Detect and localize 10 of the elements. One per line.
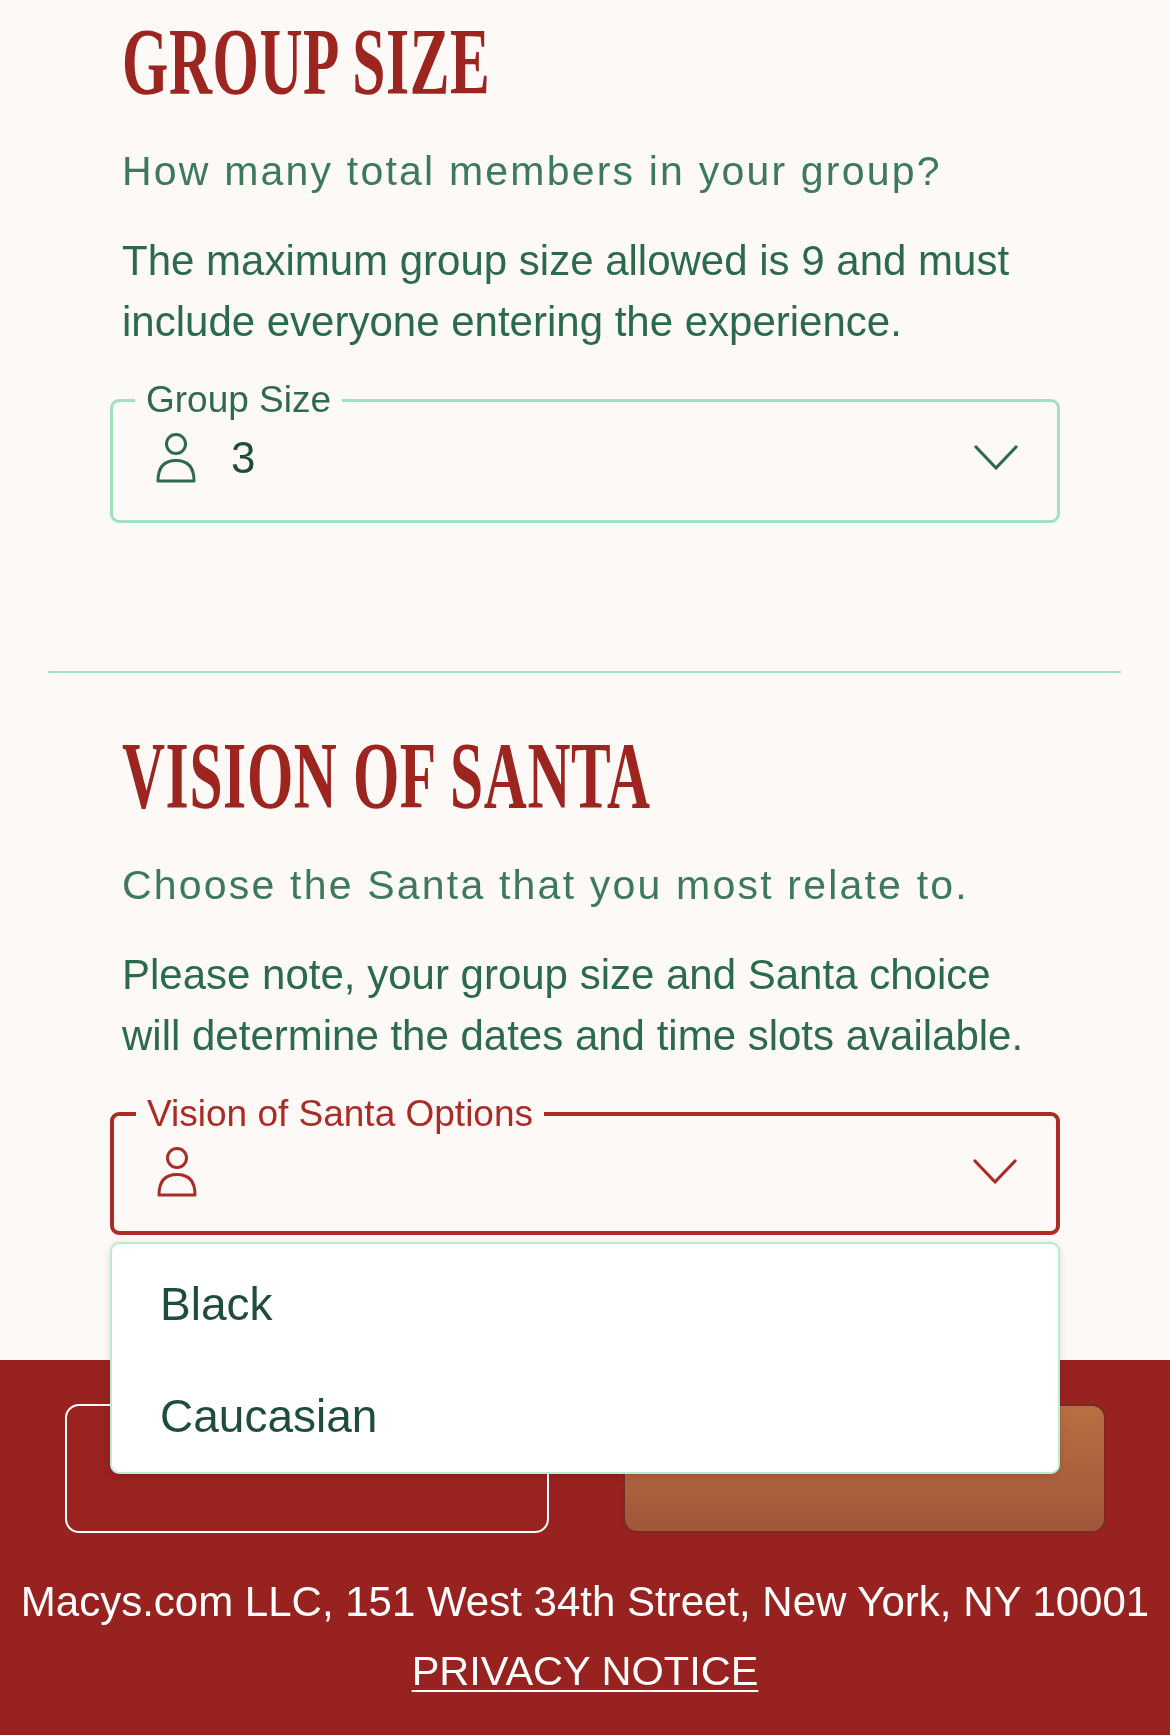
- section-note: The maximum group size allowed is 9 and must include everyone entering the experience.: [122, 236, 1011, 347]
- field-value: 3: [231, 433, 256, 483]
- section-title: GROUP SIZE: [122, 14, 491, 110]
- section-prompt: Choose the Santa that you most relate to.: [122, 861, 970, 910]
- section-prompt: How many total members in your group?: [122, 147, 943, 196]
- section-title: VISION OF SANTA: [122, 728, 651, 824]
- field-label: Group Size: [145, 380, 333, 420]
- field-label: Vision of Santa Options: [146, 1094, 534, 1134]
- section-note: Please note, your group size and Santa choice will determine the dates and time slots available.: [122, 950, 1025, 1061]
- footer-address: Macys.com LLC, 151 West 34th Street, New York, NY 10001: [20, 1577, 1150, 1627]
